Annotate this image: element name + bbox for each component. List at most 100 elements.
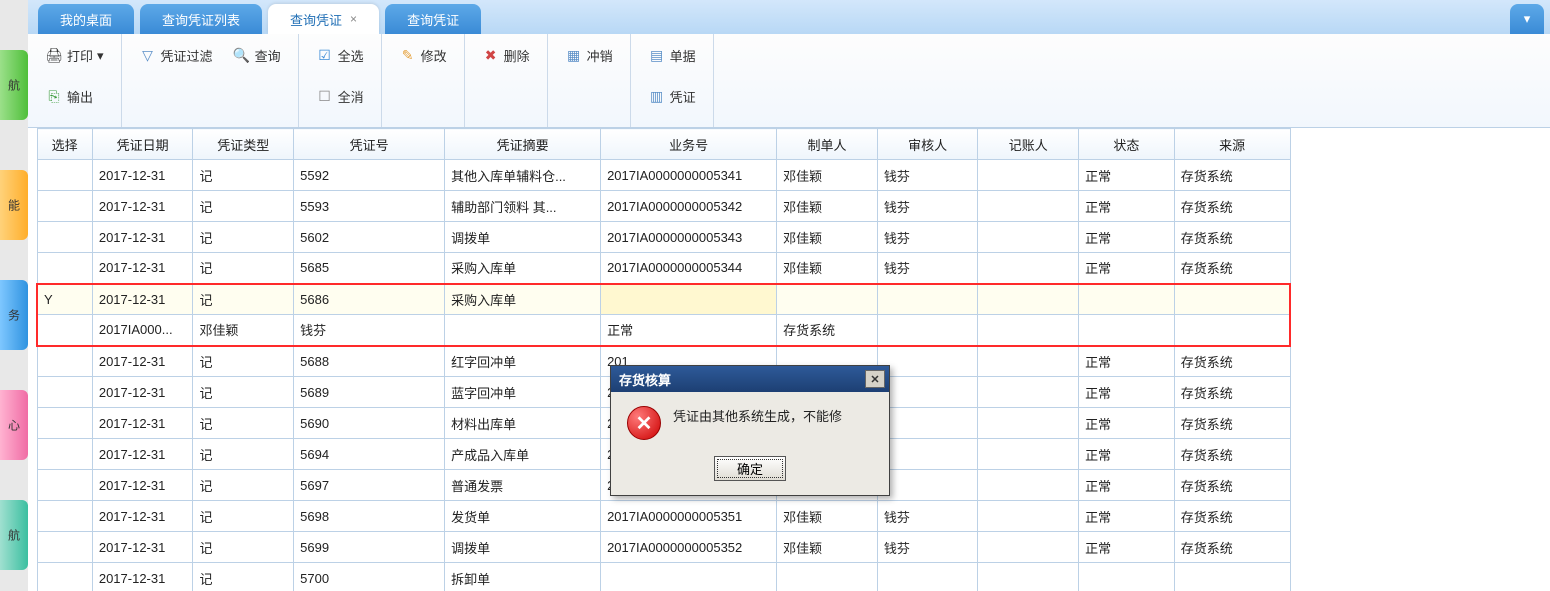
table-cell: 5685: [294, 253, 445, 284]
offset-button[interactable]: ▦ 冲销: [558, 42, 620, 69]
error-icon: ✕: [627, 406, 661, 440]
table-cell: 邓佳颖: [777, 501, 878, 532]
column-header[interactable]: 来源: [1174, 129, 1290, 160]
document-icon: ▤: [648, 47, 666, 65]
table-cell: 存货系统: [777, 315, 878, 346]
table-row[interactable]: Y2017-12-31记5686采购入库单: [37, 284, 1290, 315]
table-cell: [37, 563, 92, 591]
btn-label: 凭证过滤: [161, 46, 213, 65]
table-cell: [978, 532, 1079, 563]
table-row[interactable]: 2017-12-31记5602调拨单2017IA0000000005343邓佳颖…: [37, 222, 1290, 253]
dialog-message: 凭证由其他系统生成，不能修: [673, 406, 842, 425]
table-cell: 2017-12-31: [92, 284, 193, 315]
tab-query-voucher-active[interactable]: 查询凭证 ×: [268, 4, 379, 34]
table-cell: 邓佳颖: [777, 191, 878, 222]
table-cell: 2017IA0000000005351: [601, 501, 777, 532]
table-row[interactable]: 2017-12-31记5685采购入库单2017IA0000000005344邓…: [37, 253, 1290, 284]
table-cell: [978, 563, 1079, 591]
table-cell: 存货系统: [1174, 377, 1290, 408]
table-cell: 2017-12-31: [92, 160, 193, 191]
column-header[interactable]: 记账人: [978, 129, 1079, 160]
tab-voucher-list[interactable]: 查询凭证列表: [140, 4, 262, 34]
toolbar: 🖨 打印 ▾ ⎘ 输出 ▽ 凭证过滤 🔍 查询 ☑: [28, 34, 1550, 128]
table-cell: [445, 315, 601, 346]
voucher-icon: ▥: [648, 88, 666, 106]
table-cell: 2017-12-31: [92, 191, 193, 222]
table-cell: [37, 346, 92, 377]
deselect-all-button[interactable]: ☐ 全消: [309, 83, 371, 110]
table-cell: [37, 191, 92, 222]
sidebar-stub[interactable]: 航: [0, 500, 28, 570]
tabs-overflow-button[interactable]: ▾: [1510, 4, 1544, 34]
close-icon[interactable]: ×: [350, 12, 357, 26]
dialog-ok-button[interactable]: 确定: [714, 456, 786, 481]
table-cell: [978, 253, 1079, 284]
doc-button[interactable]: ▤ 单据: [641, 42, 703, 69]
column-header[interactable]: 审核人: [877, 129, 978, 160]
table-cell: 2017IA0000000005344: [601, 253, 777, 284]
tab-label: 查询凭证: [407, 10, 459, 29]
calendar-icon: ▦: [565, 47, 583, 65]
sidebar-stub[interactable]: 心: [0, 390, 28, 460]
delete-icon: ✖: [482, 47, 500, 65]
table-cell: 记: [193, 377, 294, 408]
table-cell: [37, 377, 92, 408]
uncheck-icon: ☐: [316, 88, 334, 106]
export-button[interactable]: ⎘ 输出: [38, 83, 100, 110]
column-header[interactable]: 状态: [1079, 129, 1175, 160]
table-cell: [877, 563, 978, 591]
select-all-button[interactable]: ☑ 全选: [309, 42, 371, 69]
table-cell: 2017IA0000000005352: [601, 532, 777, 563]
sidebar-stub[interactable]: 能: [0, 170, 28, 240]
table-row[interactable]: 2017-12-31记5699调拨单2017IA0000000005352邓佳颖…: [37, 532, 1290, 563]
column-header[interactable]: 凭证摘要: [445, 129, 601, 160]
table-cell: 采购入库单: [445, 284, 601, 315]
dialog-close-button[interactable]: ✕: [865, 370, 885, 388]
table-cell: 2017IA0000000005343: [601, 222, 777, 253]
table-cell: [37, 470, 92, 501]
table-cell: [877, 315, 978, 346]
table-cell: 正常: [1079, 439, 1175, 470]
table-cell: [978, 191, 1079, 222]
table-cell: 记: [193, 346, 294, 377]
btn-label: 全选: [338, 46, 364, 65]
sidebar-stub[interactable]: 航: [0, 50, 28, 120]
table-cell: 5690: [294, 408, 445, 439]
table-cell: [37, 532, 92, 563]
column-header[interactable]: 凭证日期: [92, 129, 193, 160]
query-button[interactable]: 🔍 查询: [226, 42, 288, 69]
edit-button[interactable]: ✎ 修改: [392, 42, 454, 69]
table-cell: [1079, 284, 1175, 315]
table-cell: 正常: [1079, 222, 1175, 253]
table-cell: 2017-12-31: [92, 377, 193, 408]
column-header[interactable]: 制单人: [777, 129, 878, 160]
column-header[interactable]: 业务号: [601, 129, 777, 160]
column-header[interactable]: 凭证类型: [193, 129, 294, 160]
table-row[interactable]: 2017-12-31记5593辅助部门领料 其...2017IA00000000…: [37, 191, 1290, 222]
table-row[interactable]: 2017-12-31记5700拆卸单: [37, 563, 1290, 591]
table-row[interactable]: 2017-12-31记5698发货单2017IA0000000005351邓佳颖…: [37, 501, 1290, 532]
table-cell: 钱芬: [877, 160, 978, 191]
table-cell: 5688: [294, 346, 445, 377]
table-cell: 存货系统: [1174, 160, 1290, 191]
table-cell: 采购入库单: [445, 253, 601, 284]
delete-button[interactable]: ✖ 删除: [475, 42, 537, 69]
tab-my-desktop[interactable]: 我的桌面: [38, 4, 134, 34]
sidebar-stub[interactable]: 务: [0, 280, 28, 350]
table-cell: [978, 439, 1079, 470]
column-header[interactable]: 选择: [37, 129, 92, 160]
filter-button[interactable]: ▽ 凭证过滤: [132, 42, 220, 69]
dialog-titlebar[interactable]: 存货核算 ✕: [611, 366, 889, 392]
print-button[interactable]: 🖨 打印 ▾: [38, 42, 111, 69]
column-header[interactable]: 凭证号: [294, 129, 445, 160]
table-row[interactable]: 2017IA000...邓佳颖钱芬正常存货系统: [37, 315, 1290, 346]
table-row[interactable]: 2017-12-31记5592其他入库单辅料仓...2017IA00000000…: [37, 160, 1290, 191]
chevron-down-icon: ▾: [1524, 11, 1531, 27]
table-cell: [978, 377, 1079, 408]
table-cell: 普通发票: [445, 470, 601, 501]
table-cell: 5686: [294, 284, 445, 315]
table-cell: 正常: [1079, 160, 1175, 191]
tab-query-voucher[interactable]: 查询凭证: [385, 4, 481, 34]
dialog-body: ✕ 凭证由其他系统生成，不能修: [611, 392, 889, 448]
voucher-button[interactable]: ▥ 凭证: [641, 83, 703, 110]
